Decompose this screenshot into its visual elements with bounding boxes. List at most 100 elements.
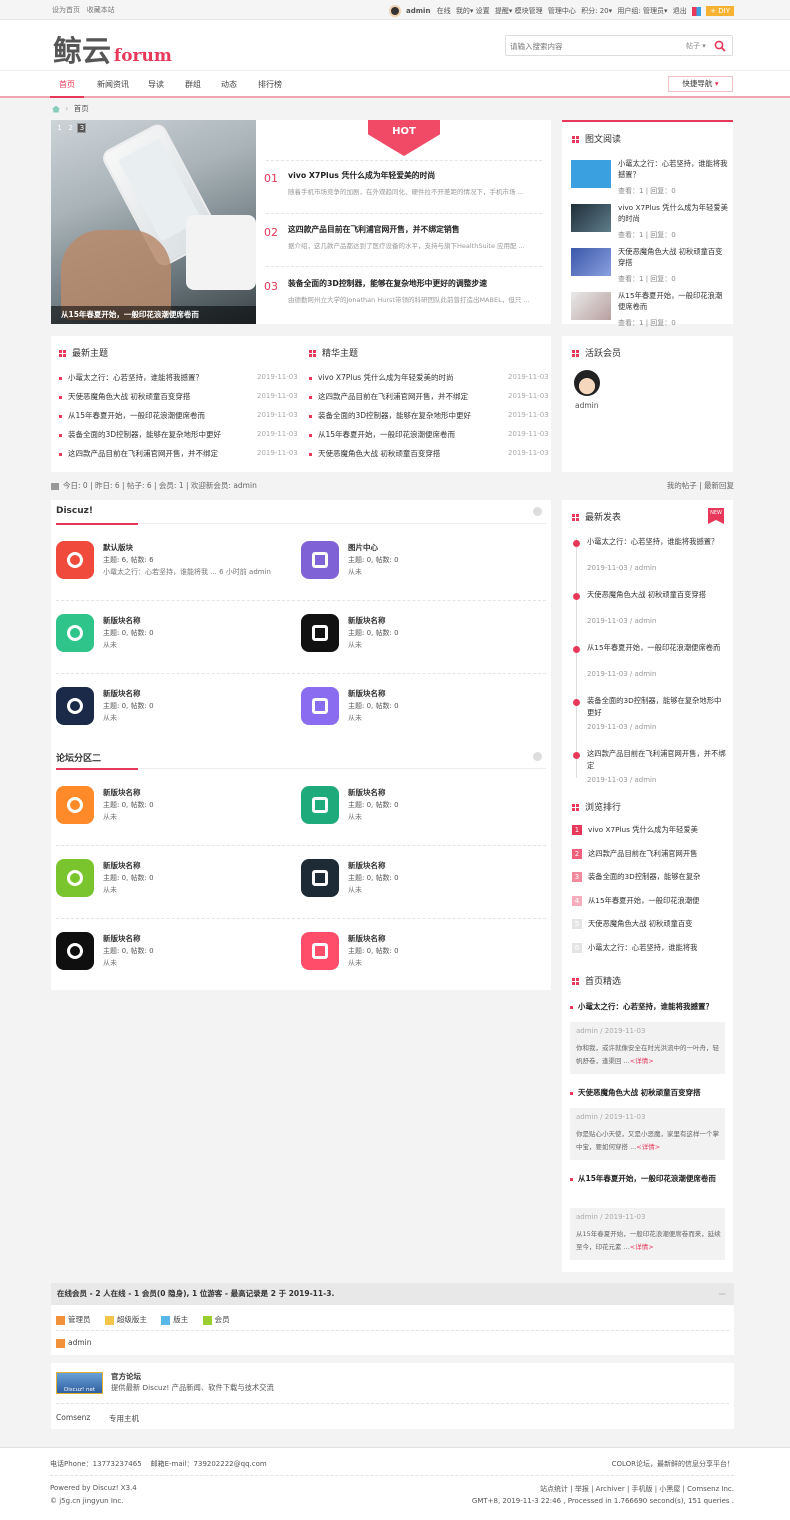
- collapse-icon[interactable]: —: [719, 1283, 727, 1305]
- newpost-title[interactable]: 装备全面的3D控制器，能够在复杂地形中更好: [587, 695, 727, 719]
- logout-link[interactable]: 退出: [673, 7, 687, 15]
- online-username[interactable]: admin: [68, 1338, 92, 1347]
- username-link[interactable]: admin: [406, 7, 430, 15]
- slider-page-2[interactable]: 2: [66, 124, 75, 132]
- digest-item[interactable]: vivo X7Plus 凭什么成为年轻爱美的时尚: [309, 372, 454, 383]
- forum-board[interactable]: 新版块名称 主题: 0, 帖数: 0 从未: [56, 609, 296, 659]
- online-link[interactable]: 在线: [437, 7, 451, 15]
- forum-board[interactable]: 新版块名称 主题: 0, 帖数: 0 从未: [56, 682, 296, 732]
- slider-page-1[interactable]: 1: [55, 124, 64, 132]
- nav-group[interactable]: 群组: [178, 71, 208, 98]
- forum-board[interactable]: 新版块名称 主题: 0, 帖数: 0 从未: [301, 854, 541, 904]
- board-icon[interactable]: [301, 859, 339, 897]
- digest-item[interactable]: 这四款产品目前在飞利浦官网开售，并不绑定: [309, 391, 468, 402]
- board-name[interactable]: 新版块名称: [103, 688, 141, 699]
- picread-item-title[interactable]: 小鼋太之行：心若坚持，谁能将我撼置？: [618, 158, 728, 180]
- rank-title[interactable]: 天使恶魔角色大战 初秋顽童百变: [588, 919, 692, 928]
- picread-item-title[interactable]: 天使恶魔角色大战 初秋顽童百变穿搭: [618, 246, 728, 268]
- settings-link[interactable]: 设置: [476, 7, 490, 15]
- rank-title[interactable]: vivo X7Plus 凭什么成为年轻爱美: [588, 825, 698, 834]
- member-name[interactable]: admin: [575, 401, 599, 410]
- topic-title[interactable]: 小鼋太之行：心若坚持，谁能将我撼置？: [68, 373, 203, 382]
- search-type-select[interactable]: 帖子 ▾: [686, 41, 706, 51]
- board-icon[interactable]: [301, 932, 339, 970]
- board-name[interactable]: 新版块名称: [103, 615, 141, 626]
- featured-title-text[interactable]: 从15年春夏开始，一般印花浪潮便席卷而: [578, 1174, 716, 1183]
- digest-item[interactable]: 天使恶魔角色大战 初秋顽童百变穿搭: [309, 448, 440, 459]
- picread-item[interactable]: 从15年春夏开始，一般印花浪潮便席卷而 查看：1 | 回复：0: [571, 290, 731, 327]
- board-icon[interactable]: [301, 786, 339, 824]
- home-icon[interactable]: [52, 105, 60, 113]
- newpost-title[interactable]: 这四款产品目前在飞利浦官网开售，并不绑定: [587, 748, 727, 772]
- collapse-icon[interactable]: [533, 507, 542, 516]
- text-link[interactable]: Comsenz: [56, 1413, 90, 1422]
- rank-item[interactable]: 5 天使恶魔角色大战 初秋顽童百变: [572, 919, 730, 929]
- digest-item[interactable]: 装备全面的3D控制器，能够在复杂地形中更好: [309, 410, 471, 421]
- forum-category-title[interactable]: 论坛分区二: [56, 754, 101, 764]
- discuz-logo[interactable]: Discuz! net: [56, 1372, 103, 1394]
- rank-item[interactable]: 4 从15年春夏开始，一般印花浪潮便: [572, 895, 730, 906]
- hot-title[interactable]: vivo X7Plus 凭什么成为年轻爱美的时尚: [288, 170, 435, 181]
- newpost-title[interactable]: 天使恶魔角色大战 初秋顽童百变穿搭: [587, 589, 727, 601]
- nav-feed[interactable]: 动态: [214, 71, 244, 98]
- forum-board[interactable]: 新版块名称 主题: 0, 帖数: 0 从未: [301, 927, 541, 977]
- board-icon[interactable]: [56, 786, 94, 824]
- board-name[interactable]: 新版块名称: [348, 615, 386, 626]
- latest-item[interactable]: 从15年春夏开始，一般印花浪潮便席卷而: [59, 410, 205, 421]
- featured-title[interactable]: 从15年春夏开始，一般印花浪潮便席卷而: [570, 1172, 728, 1185]
- favorite-link[interactable]: 收藏本站: [87, 6, 115, 14]
- detail-link[interactable]: <详情>: [630, 1243, 654, 1251]
- featured-title-text[interactable]: 小鼋太之行：心若坚持，谁能将我撼置？: [578, 1002, 713, 1011]
- board-name[interactable]: 默认版块: [103, 542, 133, 553]
- link-name[interactable]: 官方论坛: [111, 1371, 141, 1382]
- latest-item[interactable]: 装备全面的3D控制器，能够在复杂地形中更好: [59, 429, 221, 440]
- topic-title[interactable]: 这四款产品目前在飞利浦官网开售，并不绑定: [68, 449, 218, 458]
- rank-item[interactable]: 1 vivo X7Plus 凭什么成为年轻爱美: [572, 825, 730, 835]
- text-link[interactable]: 专用主机: [109, 1413, 139, 1424]
- footer-links[interactable]: 站点统计 | 举报 | Archiver | 手机版 | 小黑屋 | Comse…: [540, 1484, 734, 1494]
- featured-title[interactable]: 小鼋太之行：心若坚持，谁能将我撼置？: [570, 1000, 728, 1013]
- forum-category-title[interactable]: Discuz!: [56, 506, 93, 516]
- forum-board[interactable]: 新版块名称 主题: 0, 帖数: 0 从未: [301, 682, 541, 732]
- forum-board[interactable]: 新版块名称 主题: 0, 帖数: 0 从未: [301, 781, 541, 831]
- set-home-link[interactable]: 设为首页: [52, 6, 80, 14]
- board-icon[interactable]: [56, 541, 94, 579]
- latest-item[interactable]: 小鼋太之行：心若坚持，谁能将我撼置？: [59, 372, 203, 383]
- remind-menu[interactable]: 提醒: [495, 7, 509, 15]
- board-icon[interactable]: [56, 614, 94, 652]
- topic-title[interactable]: vivo X7Plus 凭什么成为年轻爱美的时尚: [318, 373, 454, 382]
- rank-title[interactable]: 装备全面的3D控制器，能够在复杂: [588, 872, 700, 881]
- topic-title[interactable]: 从15年春夏开始，一般印花浪潮便席卷而: [68, 411, 205, 420]
- forum-board[interactable]: 新版块名称 主题: 0, 帖数: 0 从未: [56, 854, 296, 904]
- board-icon[interactable]: [56, 859, 94, 897]
- digest-item[interactable]: 从15年春夏开始，一般印花浪潮便席卷而: [309, 429, 455, 440]
- diy-button[interactable]: + DIY: [706, 6, 734, 16]
- board-name[interactable]: 新版块名称: [348, 860, 386, 871]
- user-avatar-small[interactable]: [388, 5, 401, 17]
- rank-item[interactable]: 2 这四款产品目前在飞利浦官网开售: [572, 848, 730, 859]
- topic-title[interactable]: 这四款产品目前在飞利浦官网开售，并不绑定: [318, 392, 468, 401]
- collapse-icon[interactable]: [533, 752, 542, 761]
- points-menu[interactable]: 积分: 20: [581, 7, 609, 15]
- avatar[interactable]: [574, 370, 600, 396]
- nav-ranking[interactable]: 排行榜: [250, 71, 290, 98]
- rank-item[interactable]: 6 小鼋太之行：心若坚持，谁能将我: [572, 942, 730, 953]
- forum-board[interactable]: 默认版块 主题: 6, 帖数: 6 小鼋太之行：心若坚持，谁能将我 ... 6 小时…: [56, 536, 296, 586]
- nav-guide[interactable]: 导读: [141, 71, 171, 98]
- admin-center-link[interactable]: 管理中心: [548, 7, 576, 15]
- picread-item-title[interactable]: vivo X7Plus 凭什么成为年轻爱美的时尚: [618, 202, 728, 224]
- rank-item[interactable]: 3 装备全面的3D控制器，能够在复杂: [572, 872, 730, 882]
- search-input[interactable]: [510, 39, 670, 53]
- topic-title[interactable]: 装备全面的3D控制器，能够在复杂地形中更好: [318, 411, 471, 420]
- detail-link[interactable]: <详情>: [630, 1057, 654, 1065]
- usergroup-link[interactable]: 用户组: 管理员: [617, 7, 664, 15]
- online-user[interactable]: admin: [56, 1338, 92, 1348]
- board-name[interactable]: 新版块名称: [103, 787, 141, 798]
- board-name[interactable]: 新版块名称: [348, 787, 386, 798]
- picread-item-title[interactable]: 从15年春夏开始，一般印花浪潮便席卷而: [618, 290, 728, 312]
- detail-link[interactable]: <详情>: [636, 1143, 660, 1151]
- newpost-title[interactable]: 小鼋太之行：心若坚持，谁能将我撼置？: [587, 536, 727, 548]
- rank-title[interactable]: 这四款产品目前在飞利浦官网开售: [588, 849, 697, 858]
- forum-board[interactable]: 图片中心 主题: 0, 帖数: 0 从未: [301, 536, 541, 586]
- site-logo[interactable]: 鲸云 forum: [53, 28, 172, 70]
